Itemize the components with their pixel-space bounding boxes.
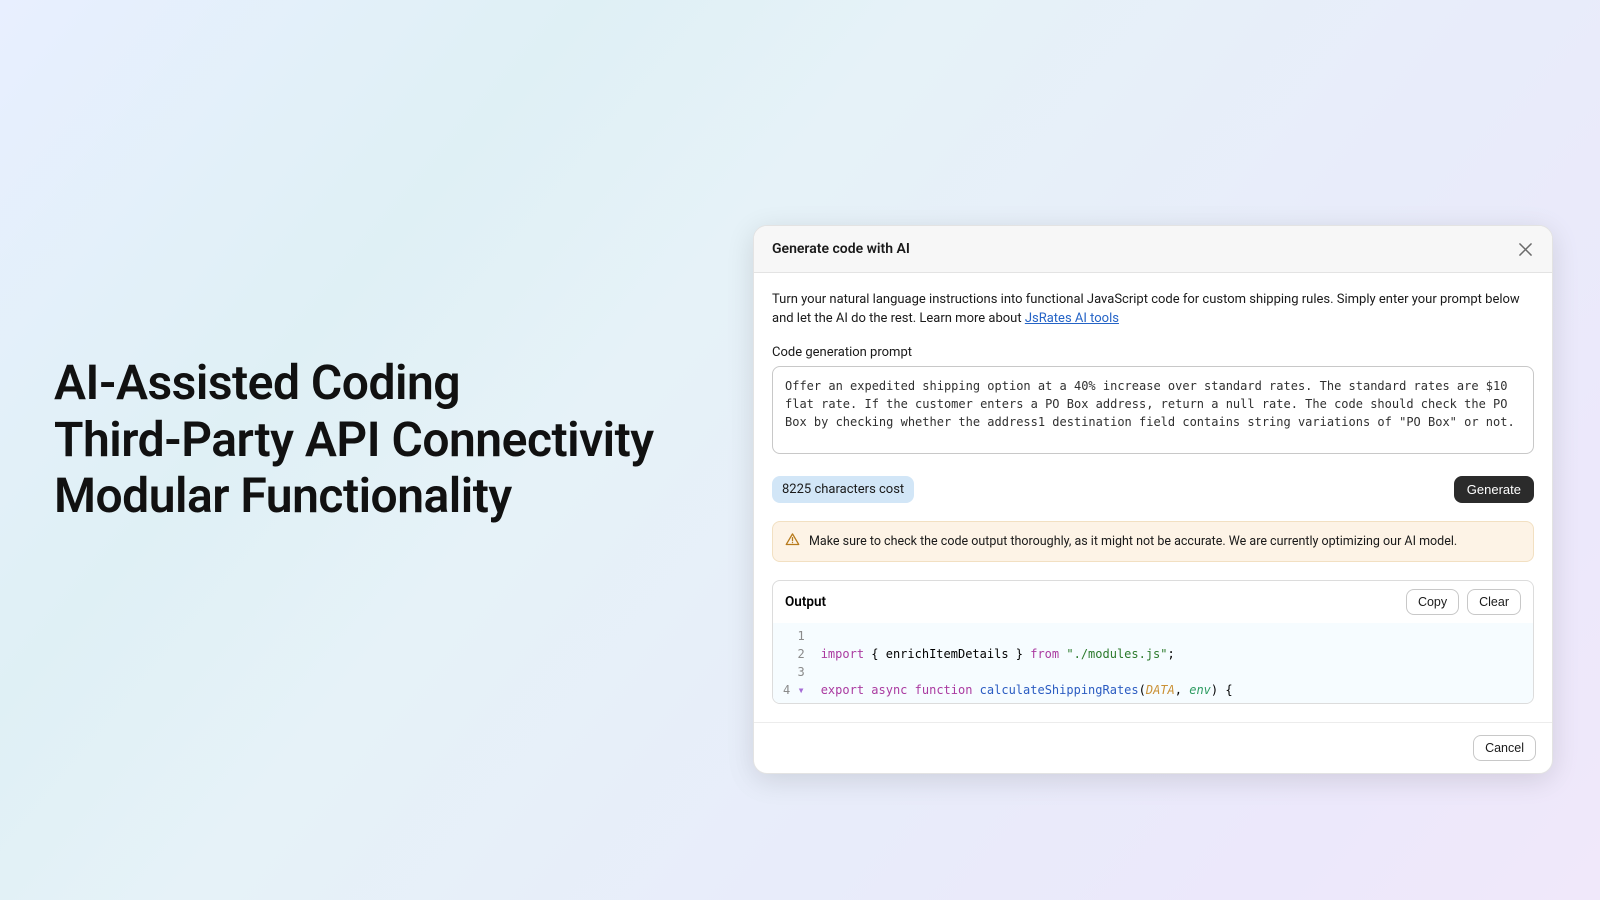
generate-button[interactable]: Generate (1454, 476, 1534, 503)
line-number: 1 (783, 627, 805, 645)
hero-headline: AI-Assisted Coding Third-Party API Conne… (54, 355, 654, 525)
prompt-input[interactable] (772, 366, 1534, 454)
close-icon (1519, 243, 1532, 256)
modal-header: Generate code with AI (754, 226, 1552, 273)
code-lines: import { enrichItemDetails } from "./mod… (813, 623, 1533, 703)
modal-description: Turn your natural language instructions … (772, 291, 1534, 329)
copy-button[interactable]: Copy (1406, 589, 1459, 615)
output-section: Output Copy Clear 1 2 3 4 ▾ import { enr… (772, 580, 1534, 704)
modal-title: Generate code with AI (772, 241, 910, 257)
accuracy-alert: Make sure to check the code output thoro… (772, 521, 1534, 562)
cancel-button[interactable]: Cancel (1473, 735, 1536, 761)
warning-icon (785, 532, 800, 551)
line-number: 4 ▾ (783, 681, 805, 699)
modal-footer: Cancel (754, 722, 1552, 773)
alert-text: Make sure to check the code output thoro… (809, 534, 1457, 549)
generate-code-modal: Generate code with AI Turn your natural … (753, 225, 1553, 774)
hero-line-1: AI-Assisted Coding (54, 355, 654, 412)
modal-body: Turn your natural language instructions … (754, 273, 1552, 722)
line-gutter: 1 2 3 4 ▾ (773, 623, 813, 703)
code-line (821, 663, 1525, 681)
prompt-label: Code generation prompt (772, 345, 1534, 360)
output-title: Output (785, 594, 826, 610)
output-actions: Copy Clear (1406, 589, 1521, 615)
ai-tools-link[interactable]: JsRates AI tools (1025, 311, 1119, 326)
hero-line-3: Modular Functionality (54, 468, 654, 525)
cost-row: 8225 characters cost Generate (772, 476, 1534, 503)
code-line (821, 627, 1525, 645)
line-number: 3 (783, 663, 805, 681)
close-button[interactable] (1516, 240, 1534, 258)
hero-line-2: Third-Party API Connectivity (54, 412, 654, 469)
output-header: Output Copy Clear (773, 581, 1533, 623)
fold-caret-icon[interactable]: ▾ (797, 683, 804, 697)
code-editor[interactable]: 1 2 3 4 ▾ import { enrichItemDetails } f… (773, 623, 1533, 703)
code-line: import { enrichItemDetails } from "./mod… (821, 645, 1525, 663)
description-text: Turn your natural language instructions … (772, 292, 1520, 326)
cost-badge: 8225 characters cost (772, 476, 914, 503)
line-number: 2 (783, 645, 805, 663)
code-line: export async function calculateShippingR… (821, 681, 1525, 699)
clear-button[interactable]: Clear (1467, 589, 1521, 615)
